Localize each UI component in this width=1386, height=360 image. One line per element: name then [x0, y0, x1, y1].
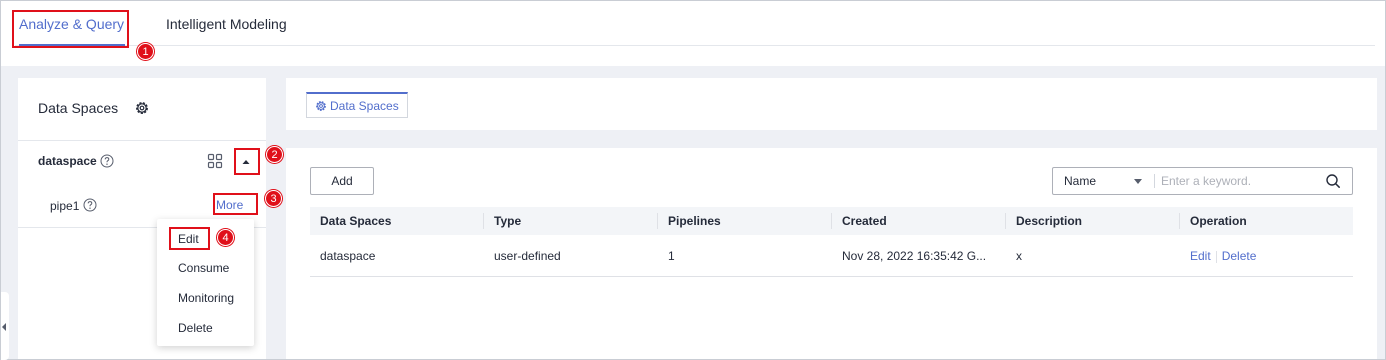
column-header-operation: Operation [1190, 214, 1247, 228]
annotation-marker-4: 4 [217, 229, 234, 246]
annotation-marker-2: 2 [266, 146, 283, 163]
cell-description: x [1016, 249, 1022, 263]
cell-created: Nov 28, 2022 16:35:42 G... [842, 249, 987, 263]
table-row: dataspace user-defined 1 Nov 28, 2022 16… [310, 235, 1353, 277]
column-header-description: Description [1016, 214, 1083, 228]
chevron-left-icon [2, 323, 6, 331]
menu-item-delete[interactable]: Delete [157, 313, 254, 343]
panel-title: Data Spaces [38, 100, 119, 116]
search-box: Name [1052, 167, 1353, 195]
column-header-created: Created [842, 214, 887, 228]
tab-label: Intelligent Modeling [166, 16, 287, 32]
add-button[interactable]: Add [310, 167, 374, 195]
operation-divider [1215, 250, 1217, 263]
grid-icon[interactable] [207, 153, 223, 169]
delete-link[interactable]: Delete [1222, 249, 1257, 263]
breadcrumb-label: Data Spaces [330, 98, 399, 113]
search-field-value: Name [1064, 174, 1097, 188]
edit-link[interactable]: Edit [1190, 249, 1211, 263]
active-tab-indicator [19, 44, 125, 46]
dataspace-name: dataspace [38, 154, 97, 168]
annotation-marker-1: 1 [137, 43, 154, 60]
cell-operation: Edit Delete [1180, 235, 1353, 277]
more-dropdown-menu: Edit Consume Monitoring Delete [157, 219, 254, 346]
panel-header: Data Spaces [18, 78, 266, 141]
question-circle-icon[interactable] [83, 198, 97, 212]
question-circle-icon[interactable] [100, 154, 114, 168]
breadcrumb-tab-data-spaces[interactable]: Data Spaces [306, 92, 408, 118]
tab-analyze-query[interactable]: Analyze & Query [19, 16, 125, 46]
column-header-data-spaces: Data Spaces [320, 214, 392, 228]
search-input[interactable] [1161, 169, 1311, 193]
menu-item-edit[interactable]: Edit [157, 224, 254, 254]
tab-intelligent-modeling[interactable]: Intelligent Modeling [166, 16, 287, 32]
caret-up-icon [242, 160, 250, 164]
column-header-type: Type [494, 214, 522, 228]
dataspace-row[interactable]: dataspace [18, 142, 266, 186]
collapse-button[interactable] [236, 152, 256, 172]
annotation-marker-3: 3 [265, 190, 282, 207]
gear-icon[interactable] [134, 100, 150, 116]
column-header-pipelines: Pipelines [668, 214, 721, 228]
cell-pipelines: 1 [668, 249, 675, 263]
sidebar-collapse-handle[interactable] [1, 292, 9, 360]
table-header: Data Spaces Type Pipelines Created Descr… [310, 207, 1353, 235]
cell-data-space: dataspace [320, 249, 376, 263]
menu-item-monitoring[interactable]: Monitoring [157, 283, 254, 313]
tab-bar-divider [15, 45, 1375, 46]
search-divider [1154, 174, 1155, 188]
gear-icon [316, 100, 326, 111]
data-spaces-list-card: Add Name Data Spaces Type Pipelines Crea… [286, 148, 1377, 359]
pipe-name: pipe1 [50, 199, 80, 213]
top-tab-bar: Analyze & Query Intelligent Modeling [1, 1, 1385, 65]
cell-type: user-defined [494, 249, 561, 263]
search-icon[interactable] [1325, 173, 1341, 189]
more-link[interactable]: More [216, 198, 243, 212]
tab-label: Analyze & Query [19, 16, 125, 32]
breadcrumb-card: Data Spaces [286, 78, 1377, 130]
caret-down-icon [1134, 179, 1142, 184]
search-field-select[interactable]: Name [1053, 168, 1154, 194]
menu-item-consume[interactable]: Consume [157, 253, 254, 283]
